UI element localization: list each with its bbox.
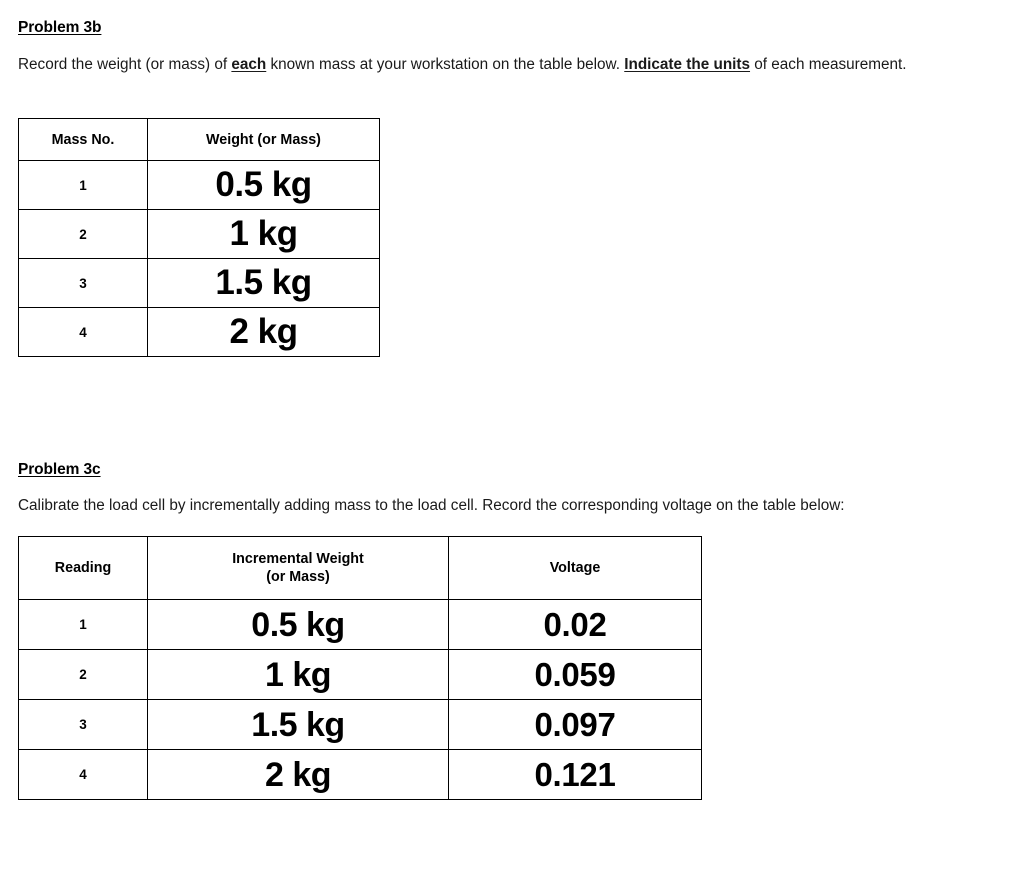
column-header-line2: (or Mass) <box>266 569 330 585</box>
cell-voltage: 0.121 <box>448 749 702 800</box>
column-header-incremental-weight: Incremental Weight (or Mass) <box>147 536 449 600</box>
cell-mass-no: 2 <box>18 209 148 259</box>
cell-reading: 3 <box>18 699 148 750</box>
column-header-mass-no: Mass No. <box>18 118 148 161</box>
cell-voltage: 0.02 <box>448 599 702 650</box>
table-row: 3 1.5 kg <box>18 258 380 308</box>
cell-weight-value: 1 kg <box>147 209 380 259</box>
table-row: 4 2 kg <box>18 307 380 357</box>
instruction-paragraph-3c: Calibrate the load cell by incrementally… <box>18 497 845 514</box>
emphasis-indicate-the-units: Indicate the units <box>624 56 751 73</box>
cell-weight-value: 1.5 kg <box>147 258 380 308</box>
cell-incremental-weight: 0.5 kg <box>147 599 449 650</box>
load-cell-calibration-table: Reading Incremental Weight (or Mass) Volt… <box>18 536 702 800</box>
table-row: 1 0.5 kg <box>18 160 380 210</box>
column-header-voltage: Voltage <box>448 536 702 600</box>
table-row: 2 1 kg 0.059 <box>18 649 702 700</box>
cell-voltage: 0.059 <box>448 649 702 700</box>
document-page: Problem 3b Record the weight (or mass) o… <box>0 0 1024 873</box>
cell-mass-no: 1 <box>18 160 148 210</box>
cell-incremental-weight: 2 kg <box>147 749 449 800</box>
table-row: 3 1.5 kg 0.097 <box>18 699 702 750</box>
cell-reading: 2 <box>18 649 148 700</box>
cell-mass-no: 3 <box>18 258 148 308</box>
mass-weight-table: Mass No. Weight (or Mass) 1 0.5 kg 2 1 k… <box>18 118 380 357</box>
emphasis-each: each <box>231 56 267 73</box>
paragraph-text-part1: Record the weight (or mass) of <box>18 56 232 73</box>
cell-mass-no: 4 <box>18 307 148 357</box>
column-header-weight: Weight (or Mass) <box>147 118 380 161</box>
paragraph-text-part2: known mass at your workstation on the ta… <box>266 56 625 73</box>
table-header-row: Reading Incremental Weight (or Mass) Volt… <box>18 536 702 600</box>
cell-weight-value: 2 kg <box>147 307 380 357</box>
paragraph-text-part3: of each measurement. <box>750 56 907 73</box>
cell-reading: 1 <box>18 599 148 650</box>
column-header-line1: Incremental Weight <box>232 551 364 567</box>
section-heading-problem-3b: Problem 3b <box>18 19 102 36</box>
cell-reading: 4 <box>18 749 148 800</box>
cell-weight-value: 0.5 kg <box>147 160 380 210</box>
table-row: 2 1 kg <box>18 209 380 259</box>
table-header-row: Mass No. Weight (or Mass) <box>18 118 380 161</box>
cell-voltage: 0.097 <box>448 699 702 750</box>
cell-incremental-weight: 1 kg <box>147 649 449 700</box>
section-heading-problem-3c: Problem 3c <box>18 461 101 478</box>
column-header-reading: Reading <box>18 536 148 600</box>
table-row: 4 2 kg 0.121 <box>18 749 702 800</box>
table-row: 1 0.5 kg 0.02 <box>18 599 702 650</box>
cell-incremental-weight: 1.5 kg <box>147 699 449 750</box>
instruction-paragraph-3b: Record the weight (or mass) of each know… <box>18 52 999 77</box>
